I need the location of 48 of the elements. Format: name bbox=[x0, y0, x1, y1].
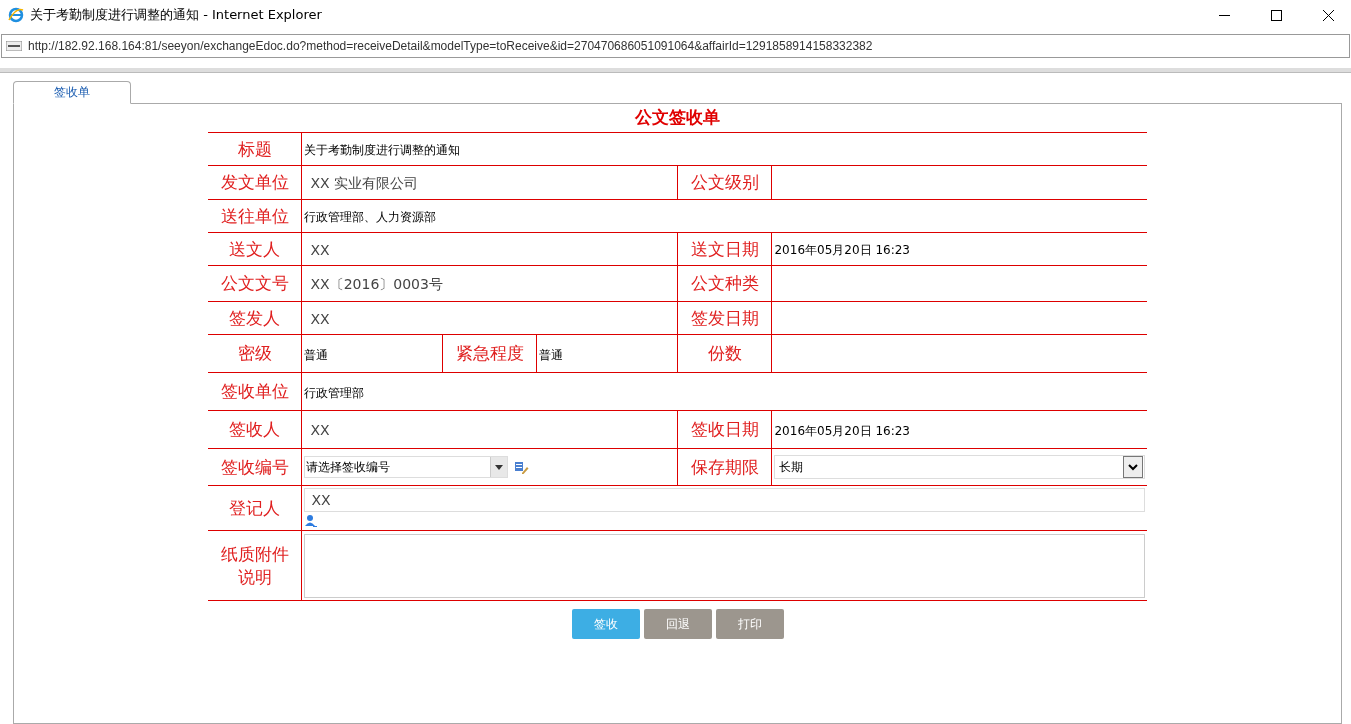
close-icon bbox=[1322, 9, 1334, 21]
input-field[interactable]: XX bbox=[304, 488, 1145, 512]
field-label: 公文级别 bbox=[690, 171, 760, 194]
field-label: 签收人 bbox=[228, 418, 282, 441]
field-label: 标题 bbox=[236, 137, 273, 161]
edit-icon[interactable] bbox=[514, 459, 530, 475]
field-value: 普通 bbox=[539, 347, 564, 362]
caret-icon bbox=[495, 464, 504, 470]
field-label: 签收单位 bbox=[219, 380, 290, 403]
field-label: 发文单位 bbox=[219, 171, 290, 194]
page-icon bbox=[6, 41, 22, 51]
field-value: 行政管理部、人力资源部 bbox=[304, 210, 437, 224]
field-value: XX〔2016〕0003号 bbox=[309, 275, 443, 292]
field-label: 送往单位 bbox=[219, 204, 290, 228]
field-label: 纸质附件说明 bbox=[219, 542, 290, 589]
field-value: XX bbox=[309, 310, 330, 327]
browser-logo-icon bbox=[8, 7, 24, 23]
field-value: XX bbox=[309, 422, 330, 438]
dropdown[interactable]: 长期 bbox=[774, 455, 1145, 479]
field-value: 关于考勤制度进行调整的通知 bbox=[304, 143, 461, 157]
field-label: 紧急程度 bbox=[455, 342, 525, 365]
chevron-down-icon bbox=[1128, 463, 1138, 471]
field-value: XX 实业有限公司 bbox=[309, 174, 419, 191]
address-bar[interactable]: http://182.92.168.164:81/seeyon/exchangeEdoc.do?method=receiveDetail&modelType=toReceive&id=270470686051091064&affairId=1291858914158332382 bbox=[1, 34, 1350, 58]
field-label: 份数 bbox=[707, 342, 743, 365]
field-label: 签发日期 bbox=[690, 306, 760, 330]
field-label: 保存期限 bbox=[690, 455, 760, 479]
maximize-icon bbox=[1270, 9, 1282, 21]
field-value: 普通 bbox=[304, 347, 329, 362]
field-label: 密级 bbox=[236, 342, 273, 365]
tab[interactable]: 签收单 bbox=[13, 81, 131, 104]
field-label: 签发人 bbox=[228, 306, 282, 330]
field-label: 送文人 bbox=[228, 237, 282, 261]
field-value: XX bbox=[309, 241, 330, 258]
field-label: 送文日期 bbox=[690, 237, 760, 261]
field-value: 行政管理部 bbox=[304, 385, 365, 400]
field-value: 2016年05月20日 16:23 bbox=[774, 243, 910, 257]
combo-box[interactable]: 请选择签收编号 bbox=[304, 456, 509, 478]
field-label: 签收日期 bbox=[690, 418, 760, 441]
person-icon[interactable] bbox=[304, 514, 319, 528]
field-label: 登记人 bbox=[228, 496, 282, 520]
field-label: 公文文号 bbox=[219, 272, 290, 295]
field-value: 2016年05月20日 16:23 bbox=[774, 423, 910, 438]
minimize-icon bbox=[1218, 14, 1230, 16]
field-label: 公文种类 bbox=[690, 272, 760, 295]
field-label: 签收编号 bbox=[219, 455, 290, 479]
form-title: 公文签收单 bbox=[635, 106, 720, 129]
window-title: 关于考勤制度进行调整的通知 - Internet Explorer bbox=[30, 6, 323, 24]
